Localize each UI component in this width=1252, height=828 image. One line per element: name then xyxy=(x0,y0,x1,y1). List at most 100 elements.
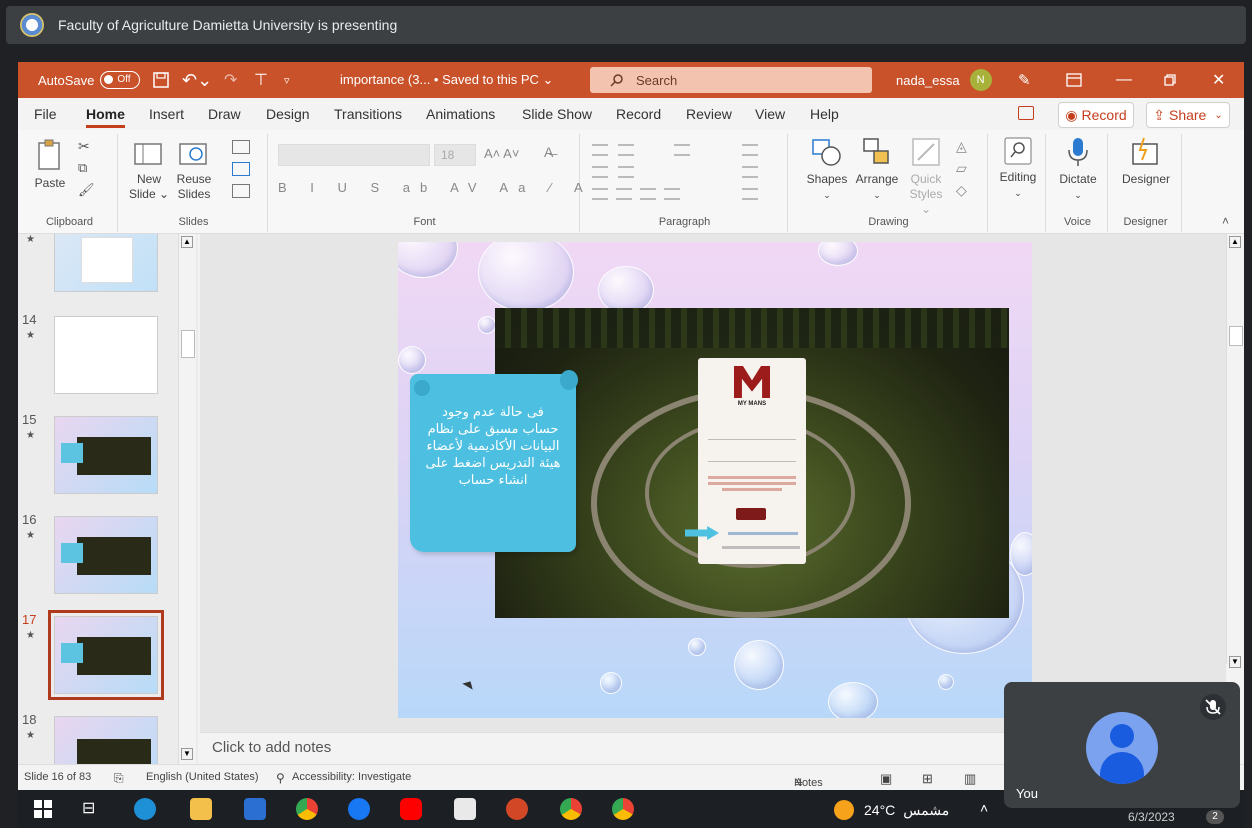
scroll-thumb[interactable] xyxy=(181,330,195,358)
increase-indent-icon[interactable] xyxy=(618,166,634,178)
scroll-up-icon[interactable]: ▲ xyxy=(181,236,193,248)
align-text-icon[interactable] xyxy=(742,166,758,178)
thumbnail-13[interactable] xyxy=(54,234,158,292)
shape-outline-icon[interactable]: ▱ xyxy=(956,160,967,177)
slide-scrollbar[interactable]: ▲ ▼ xyxy=(1226,234,1244,668)
reuse-slides-button[interactable]: Reuse Slides xyxy=(174,138,214,202)
windows-start-icon[interactable] xyxy=(34,800,52,818)
paste-button[interactable]: Paste xyxy=(30,138,70,191)
tab-file[interactable]: File xyxy=(34,106,57,122)
file-explorer-icon[interactable] xyxy=(190,798,212,820)
font-size-input[interactable]: 18 xyxy=(434,144,476,166)
tab-animations[interactable]: Animations xyxy=(426,106,495,122)
thumbnail-18[interactable] xyxy=(54,716,158,764)
thumbnails-scrollbar[interactable]: ▲ ▼ xyxy=(178,234,196,764)
tab-review[interactable]: Review xyxy=(686,106,732,122)
cut-icon[interactable]: ✂ xyxy=(78,138,90,155)
tab-home[interactable]: Home xyxy=(86,106,125,128)
tab-draw[interactable]: Draw xyxy=(208,106,241,122)
tray-chevron-icon[interactable]: ˄ xyxy=(980,800,988,816)
designer-button[interactable]: Designer xyxy=(1118,136,1174,187)
language-indicator[interactable]: English (United States) xyxy=(146,771,259,783)
pen-icon[interactable]: ✎ xyxy=(1018,62,1031,98)
tab-insert[interactable]: Insert xyxy=(149,106,184,122)
document-title[interactable]: importance (3... • Saved to this PC ⌄ xyxy=(340,62,553,98)
dictate-button[interactable]: Dictate ⌄ xyxy=(1054,136,1102,203)
slide-sorter-icon[interactable]: ⊞ xyxy=(922,771,933,787)
accessibility-status[interactable]: Accessibility: Investigate xyxy=(292,771,411,783)
notification-badge[interactable]: 2 xyxy=(1206,810,1224,824)
tab-view[interactable]: View xyxy=(755,106,785,122)
thumbnail-17[interactable] xyxy=(48,610,164,700)
copy-icon[interactable]: ⧉ xyxy=(78,160,87,176)
undo-icon[interactable]: ↶⌄ xyxy=(182,62,212,98)
scroll-down-icon[interactable]: ▼ xyxy=(1229,656,1241,668)
layout-icon[interactable] xyxy=(232,140,250,154)
chrome-icon[interactable] xyxy=(296,798,318,820)
ribbon-display-icon[interactable] xyxy=(1066,62,1082,98)
tab-record[interactable]: Record xyxy=(616,106,661,122)
editing-button[interactable]: Editing ⌄ xyxy=(994,136,1042,201)
font-name-input[interactable] xyxy=(278,144,430,166)
spelling-icon[interactable]: ⎘ xyxy=(114,771,124,786)
customize-quick-access-icon[interactable]: ▿ xyxy=(284,62,290,98)
comments-icon[interactable] xyxy=(1018,106,1034,120)
new-slide-button[interactable]: New Slide ⌄ xyxy=(126,138,172,202)
shape-effects-icon[interactable]: ◇ xyxy=(956,182,967,199)
facebook-icon[interactable] xyxy=(348,798,370,820)
redo-icon[interactable]: ↷ xyxy=(224,62,237,98)
shape-fill-icon[interactable]: ◬ xyxy=(956,138,967,155)
restore-button[interactable] xyxy=(1164,62,1176,98)
bullets-icon[interactable] xyxy=(592,144,608,156)
scroll-down-icon[interactable]: ▼ xyxy=(181,748,193,760)
mail-icon[interactable] xyxy=(244,798,266,820)
chrome-profile-icon[interactable] xyxy=(612,798,634,820)
share-button[interactable]: ⇪ Share ⌄ xyxy=(1146,102,1230,128)
font-grow-icon[interactable]: A˄ A˅ xyxy=(484,146,519,161)
minimize-button[interactable]: — xyxy=(1116,62,1132,98)
thumbnail-14[interactable] xyxy=(54,316,158,394)
task-view-icon[interactable]: ⊟ xyxy=(82,798,95,818)
reading-view-icon[interactable]: ▥ xyxy=(964,771,976,787)
clear-formatting-icon[interactable]: A̶ xyxy=(544,144,553,160)
arrange-button[interactable]: Arrange ⌄ xyxy=(852,136,902,203)
scroll-thumb[interactable] xyxy=(1229,326,1243,346)
account[interactable]: nada_essa N xyxy=(896,62,992,98)
youtube-icon[interactable] xyxy=(400,798,422,820)
line-spacing-icon[interactable] xyxy=(674,144,690,156)
record-button[interactable]: ◉ Record xyxy=(1058,102,1134,128)
close-button[interactable]: ✕ xyxy=(1212,62,1225,98)
taskbar-date[interactable]: 6/3/2023 xyxy=(1128,810,1175,824)
accessibility-icon[interactable]: ⚲ xyxy=(276,771,285,785)
tab-design[interactable]: Design xyxy=(266,106,310,122)
autosave[interactable]: AutoSave Off xyxy=(38,62,141,98)
chrome-icon[interactable] xyxy=(560,798,582,820)
weather-widget[interactable]: 24°C مشمس xyxy=(834,800,949,820)
section-icon[interactable] xyxy=(232,184,250,198)
smartart-icon[interactable] xyxy=(742,188,758,200)
autosave-toggle[interactable]: Off xyxy=(100,71,141,89)
normal-view-icon[interactable]: ▣ xyxy=(880,771,892,787)
align-center-icon[interactable] xyxy=(616,188,632,200)
thumbnail-16[interactable] xyxy=(54,516,158,594)
align-right-icon[interactable] xyxy=(640,188,656,200)
tab-slide-show[interactable]: Slide Show xyxy=(522,106,592,122)
tab-transitions[interactable]: Transitions xyxy=(334,106,402,122)
powerpoint-icon[interactable] xyxy=(506,798,528,820)
thumbnail-15[interactable] xyxy=(54,416,158,494)
format-painter-icon[interactable]: 🖌 xyxy=(78,182,95,198)
quick-styles-button[interactable]: Quick Styles ⌄ xyxy=(906,136,946,217)
reset-icon[interactable] xyxy=(232,162,250,176)
edge-icon[interactable] xyxy=(134,798,156,820)
align-left-icon[interactable] xyxy=(592,188,608,200)
tab-help[interactable]: Help xyxy=(810,106,839,122)
format-buttons[interactable]: B I U S ab AV Aa ⁄ A xyxy=(278,180,593,195)
store-icon[interactable] xyxy=(454,798,476,820)
scroll-up-icon[interactable]: ▲ xyxy=(1229,236,1241,248)
microphone-muted-icon[interactable] xyxy=(1200,694,1226,720)
search-box[interactable]: Search xyxy=(590,67,872,93)
text-direction-icon[interactable] xyxy=(742,144,758,156)
shapes-button[interactable]: Shapes ⌄ xyxy=(794,136,860,203)
numbering-icon[interactable] xyxy=(618,144,634,156)
decrease-indent-icon[interactable] xyxy=(592,166,608,178)
